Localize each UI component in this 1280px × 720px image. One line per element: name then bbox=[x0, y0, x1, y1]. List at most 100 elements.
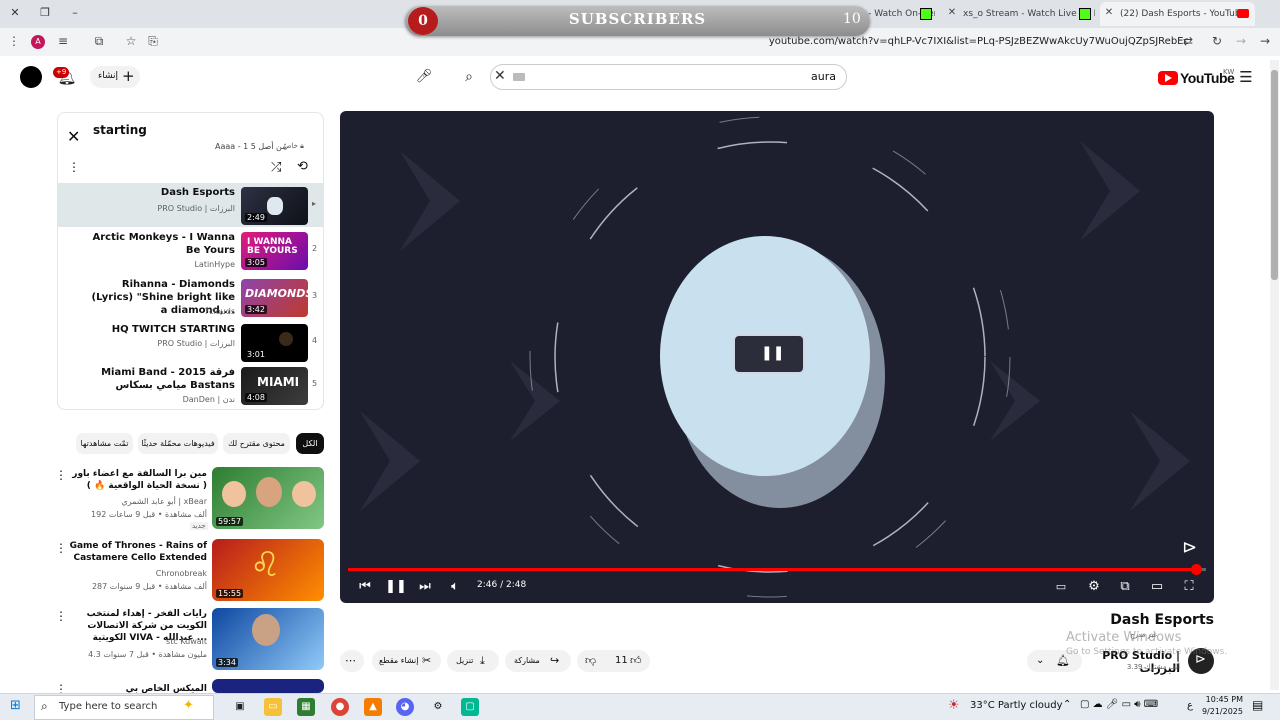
tray-icons[interactable]: ▢ ☁ 🎤︎ ▭ 🔊︎ ⌨ bbox=[1080, 699, 1158, 710]
playlist-item[interactable]: 2:49 Dash Esports PRO Studio | البرزات ▸ bbox=[58, 183, 323, 227]
close-window-icon[interactable]: ✕ bbox=[8, 6, 22, 20]
rec-title[interactable]: مين برا السالفة مع اعضاء باور ( نسخة الح… bbox=[66, 468, 207, 492]
create-button[interactable]: إنشاء + bbox=[90, 66, 140, 88]
chip-all[interactable]: الكل bbox=[296, 433, 324, 454]
volume-icon[interactable]: 🔈︎ bbox=[444, 576, 466, 598]
clear-search-icon[interactable]: ✕ bbox=[494, 68, 506, 84]
like-dislike-button[interactable]: 👎︎ 11 👍︎ bbox=[577, 650, 650, 672]
menu-dots-icon[interactable]: ⋮ bbox=[6, 33, 22, 49]
tab-xs-o-stream[interactable]: ✕ xs_o Stream - Watch Live on Ki bbox=[943, 2, 1095, 26]
pause-overlay-icon[interactable]: ❚❚ bbox=[733, 334, 805, 374]
playlist-title: starting bbox=[93, 123, 147, 137]
video-thumbnail[interactable]: 59:57 bbox=[212, 467, 324, 529]
video-thumbnail[interactable] bbox=[212, 679, 324, 693]
hamburger-menu-icon[interactable]: ☰ bbox=[1235, 66, 1257, 88]
playlist-item[interactable]: 3:01 HQ TWITCH STARTING PRO Studio | الب… bbox=[58, 320, 323, 364]
progress-bar[interactable] bbox=[348, 564, 1206, 575]
progress-scrubber[interactable] bbox=[1190, 564, 1202, 575]
clip-button[interactable]: إنشاء مقطع ✂ bbox=[372, 650, 441, 672]
profile-avatar[interactable]: A bbox=[31, 35, 45, 49]
share-icon: ↪ bbox=[550, 654, 560, 667]
extensions-icon[interactable]: ⧉ bbox=[91, 33, 107, 49]
chrome-icon[interactable]: ● bbox=[331, 698, 349, 716]
previous-icon[interactable]: ⏮︎ bbox=[354, 576, 376, 598]
video-thumbnail: I WANNA BE YOURS 3:05 bbox=[241, 232, 308, 270]
notification-center-icon[interactable]: ▤ bbox=[1252, 698, 1263, 712]
task-view-icon[interactable]: ▣ bbox=[231, 698, 249, 716]
video-thumbnail[interactable]: ♌︎ 15:55 bbox=[212, 539, 324, 601]
search-input[interactable]: ✕ aura bbox=[490, 64, 847, 90]
more-actions-button[interactable]: ⋯ bbox=[340, 650, 364, 672]
clock-time[interactable]: 10:45 PM bbox=[1199, 695, 1243, 704]
captions-icon[interactable]: ▭ bbox=[1050, 576, 1072, 598]
input-language[interactable]: ع bbox=[1187, 700, 1193, 711]
chip-watched[interactable]: تمّت مشاهدتها bbox=[76, 433, 133, 454]
restore-window-icon[interactable]: ❐ bbox=[38, 6, 52, 20]
playlist-item-channel: PRO Studio | البرزات bbox=[157, 204, 235, 213]
scrollbar-thumb[interactable] bbox=[1271, 70, 1278, 280]
tray-chevron-icon[interactable]: ⌃ bbox=[1063, 699, 1071, 710]
account-avatar[interactable] bbox=[20, 66, 42, 88]
app-icon[interactable]: ▢ bbox=[461, 698, 479, 716]
back-icon[interactable]: → bbox=[1257, 33, 1273, 49]
rec-channel[interactable]: أبو عابد الشمري | xBear bbox=[66, 496, 207, 507]
share-button[interactable]: مشاركة ↪ bbox=[505, 650, 571, 672]
close-playlist-icon[interactable]: ✕ bbox=[67, 127, 80, 146]
store-icon[interactable]: ▦ bbox=[297, 698, 315, 716]
settings-gear-icon[interactable]: ⚙ bbox=[1083, 576, 1105, 598]
video-thumbnail[interactable]: 3:34 bbox=[212, 608, 324, 670]
steam-icon[interactable]: ⚙ bbox=[429, 698, 447, 716]
taskbar-search[interactable]: ⌕ Type here to search ✦ bbox=[34, 695, 214, 720]
download-button[interactable]: تنزيل ⤓ bbox=[447, 650, 499, 672]
playlist-item[interactable]: MIAMI 4:08 Miami Band - 2015 فرقة ميامي … bbox=[58, 363, 323, 407]
install-app-icon[interactable]: ⎘ bbox=[145, 33, 161, 49]
tab-close-icon[interactable]: ✕ bbox=[1102, 6, 1116, 20]
next-icon[interactable]: ⏭︎ bbox=[414, 576, 436, 598]
shuffle-icon[interactable]: ⤮ bbox=[271, 160, 281, 175]
subscriber-count: 3.39 ألف مشترك bbox=[1126, 663, 1180, 671]
rec-title[interactable]: Game of Thrones - Rains of Castamere Cel… bbox=[66, 540, 207, 564]
playlist-item[interactable]: DIAMONDS 3:42 Rihanna - Diamonds (Lyrics… bbox=[58, 275, 323, 319]
dislike-icon[interactable]: 👎︎ bbox=[585, 650, 596, 672]
voice-search-icon[interactable]: 🎤︎ bbox=[413, 66, 435, 88]
rec-channel[interactable]: Chronobreak bbox=[66, 568, 207, 579]
search-value: aura bbox=[811, 70, 836, 83]
video-player[interactable]: ❚❚ ⊳ ⏮︎ ❚❚ ⏭︎ 🔈︎ 2:46 / 2:48 ▭ ⚙ ⧉ ▭ ⛶ bbox=[340, 111, 1214, 603]
chip-recently-uploaded[interactable]: فيديوهات محمّلة حديثًا bbox=[138, 433, 218, 454]
playlist-more-icon[interactable]: ⋮ bbox=[68, 160, 80, 174]
duration: 15:55 bbox=[216, 589, 244, 598]
vlc-icon[interactable]: ▲ bbox=[364, 698, 382, 716]
forward-icon[interactable]: → bbox=[1233, 33, 1249, 49]
tab-label: (22) Dash Esports - YouTube bbox=[1120, 9, 1247, 19]
fullscreen-icon[interactable]: ⛶ bbox=[1178, 576, 1200, 598]
thumbnail-art: ♌︎ bbox=[250, 545, 281, 585]
like-count: 11 bbox=[615, 655, 628, 666]
chip-recommended[interactable]: محتوى مقترح لك bbox=[223, 433, 290, 454]
playlist-item-title: Miami Band - 2015 فرقة ميامي بسكاس Basta… bbox=[101, 367, 235, 391]
youtube-favicon-icon bbox=[1237, 9, 1249, 18]
miniplayer-icon[interactable]: ⧉ bbox=[1114, 576, 1136, 598]
minimize-window-icon[interactable]: – bbox=[68, 6, 82, 20]
file-explorer-icon[interactable]: ▭ bbox=[264, 698, 282, 716]
weather-icon[interactable]: ☀ bbox=[948, 698, 966, 716]
reload-icon[interactable]: ↻ bbox=[1209, 33, 1225, 49]
pause-icon[interactable]: ❚❚ bbox=[385, 576, 407, 598]
clock-date[interactable]: 9/21/2025 bbox=[1199, 707, 1243, 716]
weather-text[interactable]: 33°C Partly cloudy bbox=[970, 700, 1063, 711]
discord-icon[interactable]: ◕ bbox=[396, 698, 414, 716]
bookmark-star-icon[interactable]: ☆ bbox=[123, 33, 139, 49]
like-icon[interactable]: 👍︎ bbox=[630, 650, 642, 672]
keyboard-icon[interactable] bbox=[513, 73, 525, 81]
reading-list-icon[interactable]: ≡ bbox=[55, 33, 71, 49]
rec-channel[interactable]: stc Kuwait bbox=[66, 636, 207, 647]
site-settings-icon[interactable]: ⇄ bbox=[1180, 33, 1196, 49]
tab-youtube[interactable]: ✕ (22) Dash Esports - YouTube bbox=[1100, 2, 1255, 26]
page-scrollbar[interactable] bbox=[1270, 60, 1279, 690]
tab-close-icon[interactable]: ✕ bbox=[945, 6, 959, 20]
theater-mode-icon[interactable]: ▭ bbox=[1146, 576, 1168, 598]
loop-icon[interactable]: ⟲ bbox=[297, 159, 308, 174]
search-icon[interactable]: ⌕ bbox=[458, 66, 480, 88]
playlist-item[interactable]: I WANNA BE YOURS 3:05 Arctic Monkeys - I… bbox=[58, 228, 323, 272]
windows-start-icon[interactable]: ⊞ bbox=[10, 699, 24, 713]
autoplay-next-icon[interactable]: ⊳ bbox=[1182, 537, 1197, 558]
